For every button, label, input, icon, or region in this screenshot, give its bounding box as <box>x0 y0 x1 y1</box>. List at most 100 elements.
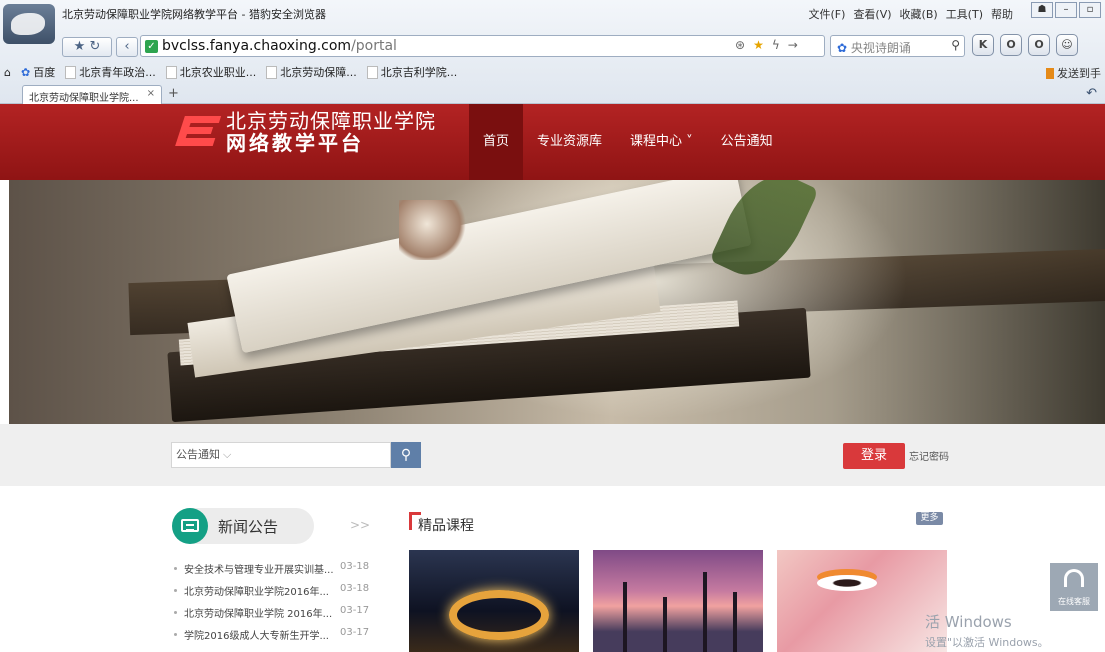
browser-menu: 文件(F) 查看(V) 收藏(B) 工具(T) 帮助 <box>809 6 1013 22</box>
news-item-title: 北京劳动保障职业学院 2016年... <box>184 609 333 620</box>
menu-favorites[interactable]: 收藏(B) <box>900 6 938 22</box>
bookmark-label: 北京青年政治... <box>79 66 156 79</box>
search-query: 央视诗朗诵 <box>850 41 911 55</box>
menu-tools[interactable]: 工具(T) <box>946 6 983 22</box>
news-item-title: 北京劳动保障职业学院2016年... <box>184 587 329 598</box>
bookmarks-bar: ⌂ ✿ 百度 北京青年政治... 北京农业职业... 北京劳动保障... 北京吉利… <box>0 63 457 81</box>
secure-check-icon: ✓ <box>145 39 158 53</box>
news-item-title: 安全技术与管理专业开展实训基... <box>184 565 334 576</box>
minimize-icon[interactable]: – <box>1055 2 1077 18</box>
menu-view[interactable]: 查看(V) <box>853 6 891 22</box>
back-button[interactable]: ‹ <box>116 37 138 57</box>
bookmark-label: 北京吉利学院... <box>380 66 458 79</box>
news-item-date: 03-17 <box>340 605 370 616</box>
home-icon[interactable]: ⌂ <box>4 66 11 79</box>
service-label: 在线客服 <box>1058 597 1090 606</box>
chat-icon[interactable]: ☺ <box>1056 34 1078 56</box>
new-tab-button[interactable]: + <box>168 86 179 101</box>
category-value: 公告通知 <box>176 448 220 461</box>
course-card[interactable] <box>777 550 947 652</box>
window-title: 北京劳动保障职业学院网络教学平台 - 猎豹安全浏览器 <box>62 8 326 21</box>
news-item-date: 03-18 <box>340 561 370 572</box>
page-icon <box>165 65 177 79</box>
lightning-icon[interactable]: ϟ <box>772 38 780 52</box>
toolbar-buttons: K O O ☺ <box>972 34 1078 56</box>
bookmark-item[interactable]: 北京农业职业... <box>165 64 257 80</box>
site-search-input[interactable] <box>236 442 391 468</box>
nav-buttons: ★ ↻ ‹ <box>62 36 138 58</box>
address-tools: ⊛ ★ ϟ → <box>735 38 798 52</box>
activation-watermark: 活 Windows 设置"以激活 Windows。 <box>925 611 1049 650</box>
chevron-down-icon: ⌵ <box>223 448 232 461</box>
bookmark-label: 北京农业职业... <box>179 66 257 79</box>
headset-icon <box>1064 569 1084 587</box>
bookmark-item[interactable]: 北京吉利学院... <box>366 64 458 80</box>
url-host: bvclss.fanya.chaoxing.com <box>162 38 352 54</box>
kingsoft-icon[interactable]: K <box>972 34 994 56</box>
restore-icon[interactable]: ▫ <box>1079 2 1101 18</box>
browser-chrome: 北京劳动保障职业学院网络教学平台 - 猎豹安全浏览器 文件(F) 查看(V) 收… <box>0 0 1105 104</box>
menu-file[interactable]: 文件(F) <box>809 6 846 22</box>
nav-notices[interactable]: 公告通知 <box>707 104 787 180</box>
list-item[interactable]: 北京劳动保障职业学院2016年... 03-18 <box>172 583 372 605</box>
news-list: 安全技术与管理专业开展实训基... 03-18 北京劳动保障职业学院2016年..… <box>172 561 372 649</box>
bookmark-item[interactable]: 北京青年政治... <box>65 64 156 80</box>
undo-close-icon[interactable]: ↶ <box>1086 86 1097 101</box>
course-card[interactable] <box>593 550 763 652</box>
browser-search-input[interactable]: ✿ 央视诗朗诵 ⚲ <box>830 35 965 57</box>
course-card[interactable] <box>409 550 579 652</box>
send-label: 发送到手 <box>1057 67 1101 80</box>
bookmark-item[interactable]: ✿ 百度 <box>21 64 55 80</box>
login-button[interactable]: 登录 <box>843 443 905 469</box>
banner-image <box>9 180 1105 424</box>
search-icon[interactable]: ⚲ <box>951 38 960 52</box>
plugin-icon[interactable]: O <box>1000 34 1022 56</box>
search-engine-icon[interactable]: ✿ <box>837 41 847 55</box>
courses-more-button[interactable]: 更多 <box>916 512 943 525</box>
go-arrow-icon[interactable]: → <box>788 38 798 52</box>
online-service-button[interactable]: 在线客服 <box>1050 563 1098 611</box>
search-button[interactable]: ⚲ <box>391 442 421 468</box>
flag-icon <box>1046 67 1054 79</box>
url-path: /portal <box>351 38 397 54</box>
list-item[interactable]: 北京劳动保障职业学院 2016年... 03-17 <box>172 605 372 627</box>
baidu-icon: ✿ <box>20 65 31 79</box>
page-icon <box>266 65 278 79</box>
search-icon: ⚲ <box>400 447 412 463</box>
news-item-date: 03-17 <box>340 627 370 638</box>
page-icon <box>366 65 378 79</box>
news-title: 新闻公告 <box>218 518 279 536</box>
compat-icon[interactable]: ⊛ <box>735 38 745 52</box>
window-controls: ☗ – ▫ <box>1031 2 1101 18</box>
news-item-date: 03-18 <box>340 583 370 594</box>
nav-courses[interactable]: 课程中心 ˅ <box>616 104 707 180</box>
watermark-line2: 设置"以激活 Windows。 <box>925 636 1049 649</box>
nav-home[interactable]: 首页 <box>469 104 524 180</box>
news-header: 新闻公告 <box>172 508 314 544</box>
search-category-select[interactable]: 公告通知 ⌵ <box>171 442 237 468</box>
download-icon[interactable]: O <box>1028 34 1050 56</box>
list-item[interactable]: 学院2016级成人大专新生开学... 03-17 <box>172 627 372 649</box>
close-icon[interactable]: × <box>147 88 155 99</box>
tab-strip: 北京劳动保障职业学院... × + ↶ <box>0 84 1105 104</box>
nav-resources[interactable]: 专业资源库 <box>523 104 616 180</box>
address-bar[interactable]: ✓ bvclss.fanya.chaoxing.com /portal <box>140 35 825 57</box>
skin-icon[interactable]: ☗ <box>1031 2 1053 18</box>
forgot-password-link[interactable]: 忘记密码 <box>909 448 949 463</box>
menu-help[interactable]: 帮助 <box>991 6 1013 22</box>
news-item-title: 学院2016级成人大专新生开学... <box>184 631 329 642</box>
news-more-link[interactable]: >> <box>350 518 370 532</box>
site-header: 北京劳动保障职业学院 网络教学平台 首页 专业资源库 课程中心 ˅ 公告通知 <box>0 104 1105 180</box>
school-logo-icon <box>172 110 224 154</box>
site-logo[interactable]: 北京劳动保障职业学院 网络教学平台 <box>172 110 436 154</box>
page-icon <box>65 65 77 79</box>
list-item[interactable]: 安全技术与管理专业开展实训基... 03-18 <box>172 561 372 583</box>
bookmark-item[interactable]: 北京劳动保障... <box>266 64 357 80</box>
news-icon <box>172 508 208 544</box>
browser-logo-icon[interactable] <box>3 4 55 44</box>
star-icon[interactable]: ★ <box>753 38 764 52</box>
tab-active[interactable]: 北京劳动保障职业学院... × <box>22 85 162 104</box>
tab-label: 北京劳动保障职业学院... <box>29 93 139 104</box>
send-to-phone[interactable]: 发送到手 <box>1046 65 1101 81</box>
favorite-refresh-button[interactable]: ★ ↻ <box>62 37 112 57</box>
